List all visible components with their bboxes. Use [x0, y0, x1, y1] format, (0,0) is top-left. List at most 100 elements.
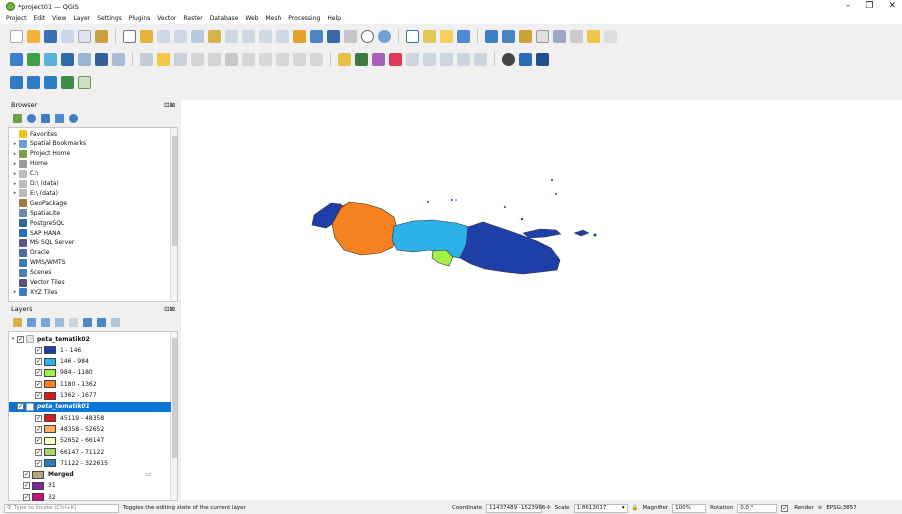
maximize-icon[interactable]: ❐ — [865, 1, 873, 11]
zoom-out-icon[interactable] — [174, 29, 187, 43]
locator-search[interactable]: ⚲ Type to locate (Ctrl+K) — [4, 503, 119, 513]
collapse-arrow-icon[interactable]: ▾ — [9, 404, 17, 410]
browser-item[interactable]: ▸ E:\ (data) — [11, 188, 58, 198]
legend-class-row[interactable]: ✓ 66147 - 71122 — [35, 447, 104, 457]
new-3d-view-icon[interactable] — [310, 29, 323, 43]
label-properties-icon[interactable] — [457, 52, 470, 66]
menu-help[interactable]: Help — [327, 15, 341, 22]
expand-arrow-icon[interactable]: ▸ — [11, 289, 19, 295]
class-visibility-checkbox[interactable]: ✓ — [35, 380, 42, 388]
layer-visibility-checkbox[interactable]: ✓ — [23, 471, 30, 479]
expand-arrow-icon[interactable]: ▸ — [11, 171, 19, 177]
add-wms-layer-icon[interactable] — [95, 52, 108, 66]
zoom-last-icon[interactable] — [259, 29, 272, 43]
expand-arrow-icon[interactable]: ▸ — [11, 190, 19, 196]
legend-class-row[interactable]: ✓ 31 — [23, 481, 56, 491]
collapse-all-layers-icon[interactable] — [97, 318, 106, 327]
settings-icon[interactable] — [604, 29, 617, 43]
add-csv-layer-icon[interactable] — [61, 52, 74, 66]
show-hide-labels-icon[interactable] — [474, 52, 487, 66]
layer-indicator-icon[interactable]: ▭ — [146, 471, 152, 478]
class-visibility-checkbox[interactable]: ✓ — [35, 459, 42, 467]
browser-item[interactable]: ▸ Spatial Bookmarks — [11, 139, 86, 149]
menu-database[interactable]: Database — [210, 15, 239, 22]
menu-view[interactable]: View — [52, 15, 66, 22]
render-checkbox[interactable]: ✓ — [781, 504, 789, 512]
class-visibility-checkbox[interactable]: ✓ — [35, 437, 42, 445]
plugin-icon[interactable] — [519, 52, 532, 66]
manage-visibility-icon[interactable] — [41, 318, 50, 327]
legend-class-row[interactable]: ✓ 32 — [23, 492, 56, 502]
deselect-icon[interactable] — [440, 29, 453, 43]
menu-settings[interactable]: Settings — [97, 15, 122, 22]
legend-class-row[interactable]: ✓ 71122 - 322615 — [35, 458, 108, 468]
select-by-expression-icon[interactable] — [457, 29, 470, 43]
extents-toggle-icon[interactable]: ✜ — [546, 505, 551, 511]
zoom-selection-icon[interactable] — [208, 29, 221, 43]
browser-item[interactable]: Oracle — [11, 248, 50, 258]
toggle-editing-icon[interactable] — [157, 52, 170, 66]
close-icon[interactable]: ✕ — [888, 1, 896, 11]
expand-arrow-icon[interactable]: ▸ — [11, 151, 19, 157]
browser-scrollbar[interactable] — [170, 128, 177, 301]
menu-edit[interactable]: Edit — [34, 15, 46, 22]
zoom-native-icon[interactable] — [242, 29, 255, 43]
legend-class-row[interactable]: ✓ 1 - 146 — [35, 345, 81, 355]
layer-group-row[interactable]: ▾ ✓ peta_tematik02 — [9, 334, 171, 344]
layer-visibility-checkbox[interactable]: ✓ — [17, 335, 24, 343]
save-edits-icon[interactable] — [174, 52, 187, 66]
pin-labels-icon[interactable] — [355, 52, 368, 66]
show-bookmarks-icon[interactable] — [344, 29, 357, 43]
expand-all-icon[interactable] — [83, 318, 92, 327]
show-labels-icon[interactable] — [372, 52, 385, 66]
legend-class-row[interactable]: ✓ 48358 - 52652 — [35, 424, 104, 434]
browser-item[interactable]: SAP HANA — [11, 228, 61, 238]
layout-manager-icon[interactable] — [78, 29, 91, 43]
filter-expression-icon[interactable] — [69, 318, 78, 327]
new-map-view-icon[interactable] — [293, 29, 306, 43]
class-visibility-checkbox[interactable]: ✓ — [35, 392, 42, 400]
collapse-all-icon[interactable] — [55, 114, 64, 123]
digitize-icon[interactable] — [191, 52, 204, 66]
pan-to-selection-icon[interactable] — [140, 29, 153, 43]
paste-features-icon[interactable] — [276, 52, 289, 66]
layer-visibility-checkbox[interactable]: ✓ — [17, 403, 24, 411]
info-icon[interactable] — [69, 114, 78, 123]
legend-class-row[interactable]: ✓ 1180 - 1362 — [35, 379, 97, 389]
copy-features-icon[interactable] — [259, 52, 272, 66]
refresh-icon[interactable] — [378, 29, 391, 43]
expand-arrow-icon[interactable]: ▸ — [11, 141, 19, 147]
class-visibility-checkbox[interactable]: ✓ — [35, 448, 42, 456]
identify-features-icon[interactable] — [406, 29, 419, 43]
panel-float-close-icon[interactable]: ⊡⊠ — [164, 305, 175, 313]
import-photos-icon[interactable] — [61, 75, 74, 89]
menu-web[interactable]: Web — [245, 15, 258, 22]
toolbox-icon[interactable] — [519, 29, 532, 43]
legend-class-row[interactable]: ✓ 146 - 984 — [35, 357, 89, 367]
menu-plugins[interactable]: Plugins — [129, 15, 151, 22]
browser-item[interactable]: Scenes — [11, 268, 51, 278]
table-export-icon[interactable] — [78, 75, 91, 89]
browser-item[interactable]: ▸ Project Home — [11, 149, 70, 159]
menu-raster[interactable]: Raster — [183, 15, 202, 22]
remove-layer-icon[interactable] — [111, 318, 120, 327]
highlight-labels-icon[interactable] — [389, 52, 402, 66]
zoom-full-icon[interactable] — [191, 29, 204, 43]
crs-button[interactable]: EPSG:3857 — [826, 505, 856, 511]
browser-item[interactable]: Vector Tiles — [11, 278, 65, 288]
class-visibility-checkbox[interactable]: ✓ — [35, 414, 42, 422]
open-project-icon[interactable] — [27, 29, 40, 43]
coordinate-field[interactable]: 11437489 -1523966 — [486, 503, 545, 513]
zoom-layer-icon[interactable] — [225, 29, 238, 43]
browser-item[interactable]: ▸ Home — [11, 159, 48, 169]
filter-icon[interactable] — [41, 114, 50, 123]
expand-arrow-icon[interactable]: ▸ — [11, 161, 19, 167]
rotate-label-icon[interactable] — [423, 52, 436, 66]
browser-item[interactable]: ▸ D:\ (data) — [11, 179, 59, 189]
measure-icon[interactable] — [553, 29, 566, 43]
panel-float-close-icon[interactable]: ⊡⊠ — [164, 101, 175, 109]
menu-layer[interactable]: Layer — [73, 15, 90, 22]
zoom-next-icon[interactable] — [276, 29, 289, 43]
magnifier-spinbox[interactable]: 100% — [672, 503, 707, 513]
add-vector-layer-icon[interactable] — [27, 52, 40, 66]
